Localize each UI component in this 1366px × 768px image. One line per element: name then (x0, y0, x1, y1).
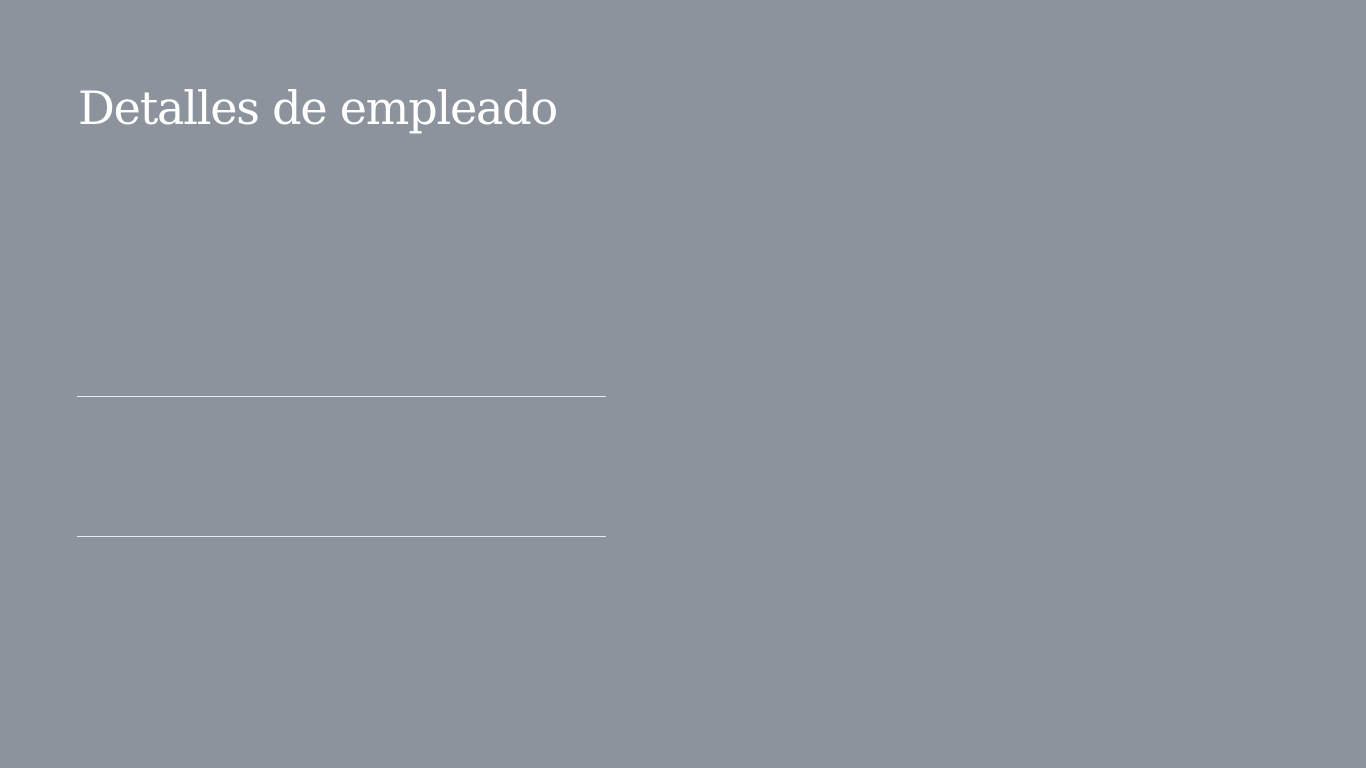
employee-details-page: Detalles de empleado (0, 0, 1366, 768)
field-underline-2 (77, 536, 606, 537)
page-title: Detalles de empleado (78, 81, 558, 135)
field-underline-1 (77, 396, 606, 397)
